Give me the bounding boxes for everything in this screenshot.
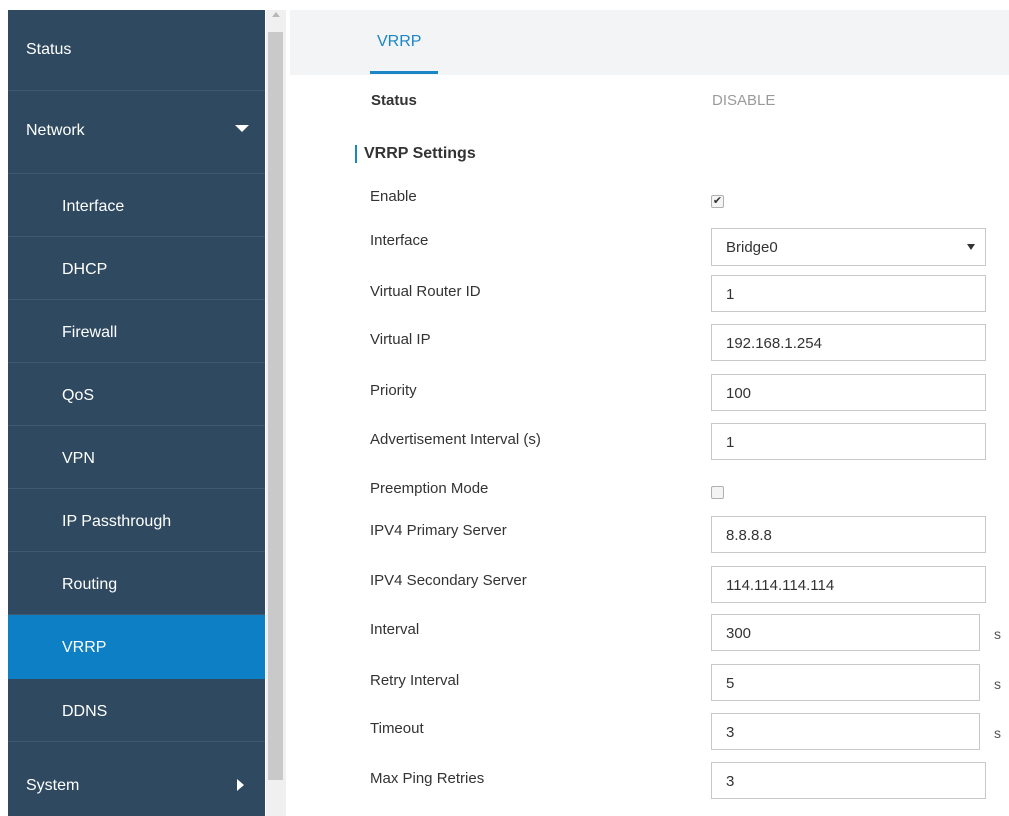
virtual-router-id-value: 1 [726,286,735,303]
sidebar-item-label: Firewall [62,324,118,341]
sidebar-item-qos[interactable]: QoS [8,363,265,426]
caret-right-icon[interactable] [237,779,244,791]
dropdown-arrow-icon [967,244,975,250]
ipv4-secondary-server-label: IPV4 Secondary Server [370,572,527,589]
sidebar-item-vrrp[interactable]: VRRP [8,615,265,679]
tab-active-indicator [370,71,438,74]
priority-value: 100 [726,385,752,402]
retry-interval-input[interactable]: 5 [711,664,980,701]
sidebar-item-routing[interactable]: Routing [8,552,265,615]
preemption-mode-label: Preemption Mode [370,480,489,497]
interval-value: 300 [726,625,752,642]
sidebar-item-firewall[interactable]: Firewall [8,300,265,363]
scrollbar-thumb[interactable] [268,32,283,780]
max-ping-retries-value: 3 [726,773,735,790]
sidebar-item-ddns[interactable]: DDNS [8,679,265,742]
enable-label: Enable [370,188,417,205]
interval-unit: s [994,626,1001,642]
sidebar-item-label: VPN [62,450,95,467]
ipv4-primary-server-value: 8.8.8.8 [726,527,772,544]
tab-bar: VRRP [290,10,1009,75]
ipv4-primary-server-label: IPV4 Primary Server [370,522,507,539]
status-value: DISABLE [712,92,776,109]
sidebar-item-system[interactable]: System [8,742,265,816]
interface-select-value: Bridge0 [726,239,778,256]
tab-label: VRRP [377,33,422,50]
interface-select[interactable]: Bridge0 [711,228,986,266]
sidebar-item-label: Routing [62,576,118,593]
sidebar-item-label: Interface [62,198,125,215]
sidebar-item-label: IP Passthrough [62,513,172,530]
max-ping-retries-input[interactable]: 3 [711,762,986,799]
caret-down-icon[interactable] [235,125,249,132]
sidebar-item-label: VRRP [62,639,107,656]
sidebar-item-label: System [26,777,80,794]
timeout-input[interactable]: 3 [711,713,980,750]
retry-interval-value: 5 [726,675,735,692]
interval-label: Interval [370,621,420,638]
advertisement-interval-input[interactable]: 1 [711,423,986,460]
sidebar-item-interface[interactable]: Interface [8,174,265,237]
section-title: VRRP Settings [364,145,476,162]
sidebar-item-label: Network [26,122,85,139]
tab-vrrp[interactable]: VRRP [370,10,438,75]
sidebar-item-status[interactable]: Status [8,10,265,91]
sidebar-item-label: QoS [62,387,95,404]
priority-label: Priority [370,382,417,399]
status-label: Status [371,92,417,109]
advertisement-interval-value: 1 [726,434,735,451]
advertisement-interval-label: Advertisement Interval (s) [370,431,541,448]
enable-checkbox[interactable]: ✔ [711,195,724,208]
ipv4-secondary-server-value: 114.114.114.114 [726,577,835,594]
timeout-label: Timeout [370,720,424,737]
virtual-ip-label: Virtual IP [370,331,431,348]
checkmark-icon: ✔ [712,195,723,207]
sidebar: Status Network Interface DHCP Firewall Q… [8,10,265,816]
interval-input[interactable]: 300 [711,614,980,651]
sidebar-item-ip-passthrough[interactable]: IP Passthrough [8,489,265,552]
ipv4-secondary-server-input[interactable]: 114.114.114.114 [711,566,986,603]
sidebar-item-label: Status [26,41,72,58]
virtual-ip-value: 192.168.1.254 [726,335,822,352]
priority-input[interactable]: 100 [711,374,986,411]
sidebar-item-label: DHCP [62,261,108,278]
virtual-ip-input[interactable]: 192.168.1.254 [711,324,986,361]
virtual-router-id-input[interactable]: 1 [711,275,986,312]
timeout-unit: s [994,725,1001,741]
sidebar-item-vpn[interactable]: VPN [8,426,265,489]
virtual-router-id-label: Virtual Router ID [370,283,481,300]
scroll-up-arrow-icon[interactable] [272,12,280,17]
sidebar-item-network[interactable]: Network [8,91,265,174]
sidebar-scrollbar[interactable] [266,10,286,816]
preemption-mode-checkbox[interactable] [711,486,724,499]
sidebar-item-label: DDNS [62,703,108,720]
ipv4-primary-server-input[interactable]: 8.8.8.8 [711,516,986,553]
section-accent-bar [355,145,357,163]
sidebar-item-dhcp[interactable]: DHCP [8,237,265,300]
retry-interval-label: Retry Interval [370,672,460,689]
max-ping-retries-label: Max Ping Retries [370,770,485,787]
interface-label: Interface [370,232,429,249]
timeout-value: 3 [726,724,735,741]
retry-interval-unit: s [994,676,1001,692]
